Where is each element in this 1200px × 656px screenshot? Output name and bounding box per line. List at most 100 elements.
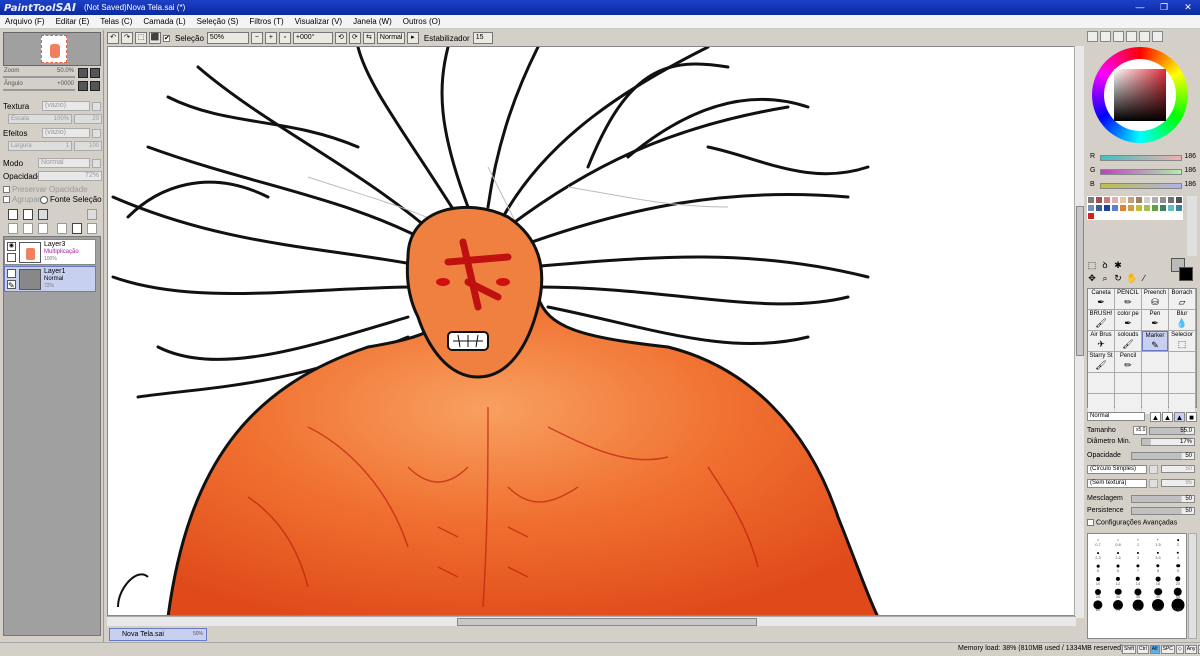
saturation-value-square[interactable]: [1114, 69, 1166, 121]
brush-size-preset[interactable]: 16: [1148, 573, 1168, 586]
zoom-in-icon[interactable]: +: [264, 32, 277, 44]
brush-slot-empty[interactable]: [1169, 352, 1195, 372]
rotate-left-icon[interactable]: ⟲: [334, 32, 347, 44]
swatch[interactable]: [1127, 204, 1135, 212]
layer-item-layer3[interactable]: ◉ Layer3 Multiplicação 100%: [4, 239, 96, 265]
zoom-out-icon[interactable]: −: [250, 32, 263, 44]
swatch[interactable]: [1143, 204, 1151, 212]
brush-size-preset[interactable]: 70: [1108, 599, 1128, 612]
move-icon[interactable]: ✥: [1087, 273, 1097, 283]
brush-slot-empty[interactable]: [1142, 352, 1168, 372]
eye-icon[interactable]: [7, 269, 16, 278]
menu-camada[interactable]: Camada (L): [143, 17, 185, 26]
preserve-opacity-checkbox[interactable]: Preservar Opacidade: [3, 185, 88, 194]
swatch[interactable]: [1175, 196, 1183, 204]
brush-size-preset[interactable]: 2: [1168, 534, 1188, 547]
brush-tool-selecior[interactable]: Selecior ⬚: [1169, 331, 1195, 351]
swatch[interactable]: [1095, 196, 1103, 204]
brush-size-preset[interactable]: 8: [1148, 560, 1168, 573]
mask-icon[interactable]: [87, 223, 97, 234]
width-field[interactable]: Largura 1: [8, 141, 72, 151]
width-num-field[interactable]: 100: [74, 141, 102, 151]
brush-tool-pen[interactable]: Pen ✒: [1142, 310, 1168, 330]
brush-size-preset[interactable]: 2.3: [1088, 547, 1108, 560]
pen-icon[interactable]: ✎: [7, 280, 16, 290]
swatch[interactable]: [1103, 212, 1111, 220]
brush-size-preset[interactable]: 7: [1128, 560, 1148, 573]
new-layer-icon[interactable]: [8, 209, 18, 220]
swatch[interactable]: [1111, 204, 1119, 212]
clear-layer-icon[interactable]: [57, 223, 67, 234]
brush-texture-strength[interactable]: 95: [1161, 479, 1195, 487]
brush-size-preset[interactable]: 12: [1108, 573, 1128, 586]
swatch[interactable]: [1167, 212, 1175, 220]
brush-size-preset[interactable]: 120: [1168, 598, 1188, 612]
texture-dropdown[interactable]: (vazio): [42, 101, 90, 111]
color-swatches[interactable]: [1087, 196, 1185, 256]
swatch[interactable]: [1103, 204, 1111, 212]
selection-source-radio[interactable]: Fonte Seleção: [40, 195, 102, 204]
redo-icon[interactable]: ↷: [121, 32, 133, 44]
restore-button[interactable]: ❐: [1152, 0, 1176, 15]
rotate-right-icon[interactable]: ⟳: [348, 32, 361, 44]
blend-mode-dropdown[interactable]: Normal: [376, 32, 405, 44]
brush-size-preset[interactable]: 6: [1108, 560, 1128, 573]
swatch[interactable]: [1143, 212, 1151, 220]
green-slider[interactable]: G 186: [1088, 167, 1198, 177]
swatch[interactable]: [1087, 204, 1095, 212]
color-swatch-pair[interactable]: [1169, 258, 1195, 282]
nav-rotate-right-icon[interactable]: [90, 81, 100, 91]
blending-slider[interactable]: 50: [1131, 495, 1195, 503]
mode-arrow-icon[interactable]: [92, 159, 101, 168]
scale-num-field[interactable]: 20: [74, 114, 102, 124]
brush-size-preset[interactable]: 2.6: [1108, 547, 1128, 560]
eyedropper-icon[interactable]: ∕: [1139, 273, 1149, 283]
rect-select-icon[interactable]: ⬚: [1087, 260, 1097, 270]
invert-selection-icon[interactable]: ⬛: [149, 32, 161, 44]
copy-layer-icon[interactable]: [8, 223, 18, 234]
swatch[interactable]: [1119, 212, 1127, 220]
layer-option-icon[interactable]: [87, 209, 97, 220]
brush-tool-marker[interactable]: Marker ✎: [1142, 331, 1168, 351]
swatch[interactable]: [1151, 212, 1159, 220]
swatch[interactable]: [1119, 196, 1127, 204]
brush-tool-brush-[interactable]: BRUSH! 🖌: [1088, 310, 1114, 330]
brush-size-preset[interactable]: 4: [1168, 547, 1188, 560]
swatches-tab-icon[interactable]: [1139, 31, 1150, 42]
background-color[interactable]: [1179, 267, 1193, 281]
swatch[interactable]: [1095, 212, 1103, 220]
brush-size-preset[interactable]: 25: [1088, 586, 1108, 599]
edge-shape-1-icon[interactable]: ▲: [1150, 412, 1161, 422]
scratchpad-tab-icon[interactable]: [1152, 31, 1163, 42]
flip-icon[interactable]: ⇆: [362, 32, 375, 44]
effects-dropdown[interactable]: (vazio): [42, 128, 90, 138]
swatch[interactable]: [1151, 204, 1159, 212]
brush-tool-blur[interactable]: Blur 💧: [1169, 310, 1195, 330]
brush-size-preset[interactable]: 60: [1088, 599, 1108, 612]
zoom-tool-icon[interactable]: ⌕: [1100, 273, 1110, 283]
brush-size-preset[interactable]: 100: [1148, 598, 1168, 612]
menu-arquivo[interactable]: Arquivo (F): [5, 17, 45, 26]
brush-size-preset[interactable]: 14: [1128, 573, 1148, 586]
brush-size-preset[interactable]: 1.5: [1148, 534, 1168, 547]
swatch[interactable]: [1103, 196, 1111, 204]
undo-icon[interactable]: ↶: [107, 32, 119, 44]
nav-rotate-left-icon[interactable]: [78, 81, 88, 91]
brush-size-preset[interactable]: 20: [1168, 573, 1188, 586]
swatch[interactable]: [1167, 196, 1175, 204]
brush-size-preset[interactable]: 1: [1128, 534, 1148, 547]
brush-size-preset[interactable]: 50: [1168, 586, 1188, 599]
swatch[interactable]: [1087, 212, 1095, 220]
menu-outros[interactable]: Outros (O): [403, 17, 441, 26]
brush-tool-color-pe[interactable]: color pe ✒: [1115, 310, 1141, 330]
brush-size-preset[interactable]: 35: [1128, 586, 1148, 599]
edge-shape-3-icon[interactable]: ▲: [1174, 412, 1185, 422]
brush-texture-dropdown[interactable]: (Sem textura): [1087, 479, 1147, 488]
folder-icon[interactable]: [38, 209, 48, 220]
menu-filtros[interactable]: Filtros (T): [249, 17, 283, 26]
navigator-preview[interactable]: [3, 32, 101, 66]
brush-size-preset[interactable]: 0.7: [1088, 534, 1108, 547]
size-slider[interactable]: 55.0: [1149, 427, 1195, 435]
brush-opacity-slider[interactable]: 50: [1131, 452, 1195, 460]
swatch[interactable]: [1159, 204, 1167, 212]
